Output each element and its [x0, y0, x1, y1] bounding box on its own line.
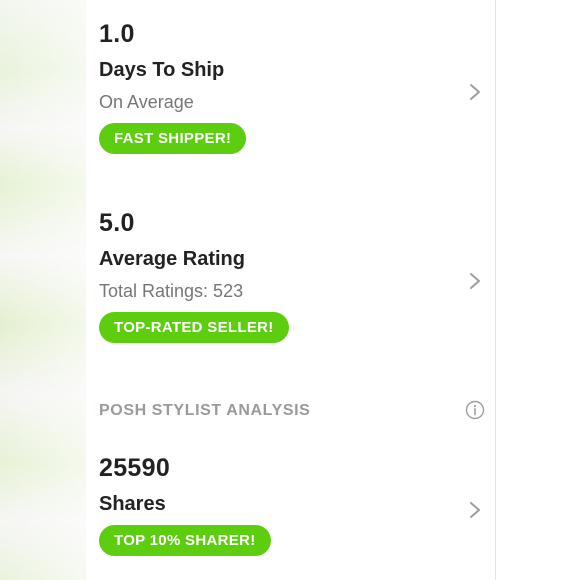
- top-sharer-badge: TOP 10% SHARER!: [99, 525, 271, 556]
- stat-value: 5.0: [99, 209, 135, 237]
- section-title: POSH STYLIST ANALYSIS: [99, 402, 311, 419]
- fast-shipper-badge: FAST SHIPPER!: [99, 123, 247, 154]
- stat-label: Days To Ship: [99, 59, 225, 81]
- screen: 1.0 Days To Ship On Average FAST SHIPPER…: [0, 0, 580, 580]
- right-margin: [495, 0, 580, 580]
- posh-stylist-analysis-header: POSH STYLIST ANALYSIS: [99, 400, 485, 422]
- chevron-right-icon[interactable]: [465, 82, 485, 102]
- top-rated-seller-badge: TOP-RATED SELLER!: [99, 312, 289, 343]
- stat-days-to-ship[interactable]: 1.0 Days To Ship On Average FAST SHIPPER…: [99, 19, 495, 154]
- stat-value: 25590: [99, 454, 171, 482]
- stat-subtext: On Average: [99, 92, 194, 112]
- stat-shares[interactable]: 25590 Shares TOP 10% SHARER!: [99, 453, 495, 556]
- stat-value: 1.0: [99, 20, 135, 48]
- info-icon[interactable]: [465, 400, 485, 420]
- stat-subtext: Total Ratings: 523: [99, 281, 244, 301]
- stat-label: Average Rating: [99, 248, 245, 270]
- stat-label: Shares: [99, 493, 166, 515]
- stat-average-rating[interactable]: 5.0 Average Rating Total Ratings: 523 TO…: [99, 208, 495, 343]
- chevron-right-icon[interactable]: [465, 500, 485, 520]
- blurred-background: [0, 0, 86, 580]
- chevron-right-icon[interactable]: [465, 271, 485, 291]
- seller-stats-panel: 1.0 Days To Ship On Average FAST SHIPPER…: [86, 0, 495, 580]
